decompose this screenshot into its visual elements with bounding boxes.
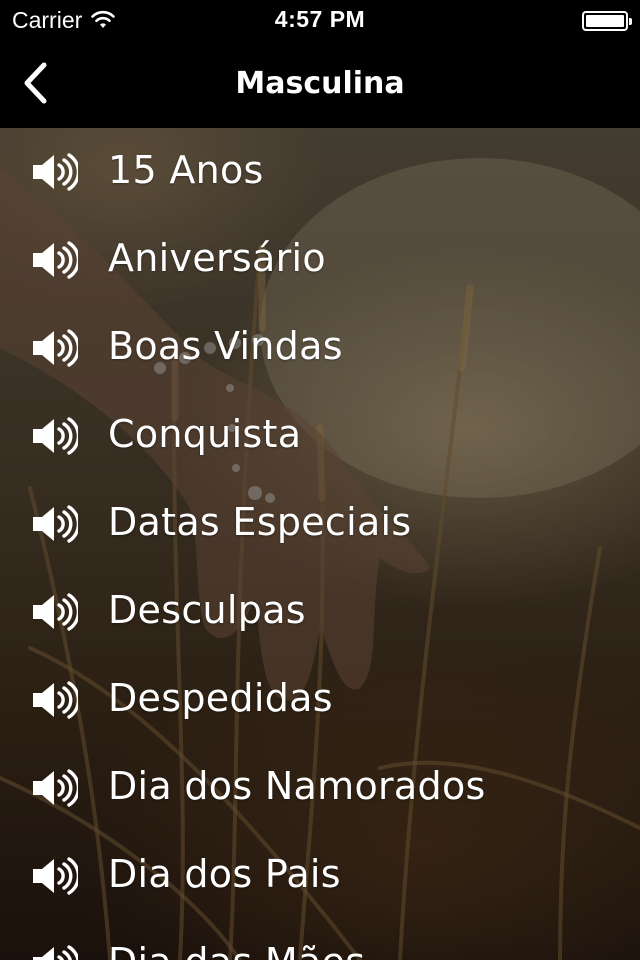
speaker-icon — [30, 592, 81, 632]
status-bar: Carrier 4:57 PM — [0, 0, 640, 40]
speaker-icon — [30, 680, 81, 720]
speaker-icon — [30, 504, 81, 544]
list-item[interactable]: Dia dos Namorados — [0, 744, 640, 832]
speaker-icon — [30, 328, 81, 368]
speaker-icon — [30, 768, 81, 808]
list-item[interactable]: 15 Anos — [0, 128, 640, 216]
page-title: Masculina — [235, 66, 405, 101]
app-screen: Carrier 4:57 PM Masculina 15 Anos Aniver… — [0, 0, 640, 960]
list-item[interactable]: Boas Vindas — [0, 304, 640, 392]
list-item-label: Aniversário — [108, 236, 326, 280]
speaker-icon — [30, 152, 81, 192]
list-item-label: Dia das Mães — [108, 940, 365, 960]
battery-icon — [582, 11, 632, 31]
list-item-label: Boas Vindas — [108, 324, 343, 368]
list-item-label: Datas Especiais — [108, 500, 412, 544]
list-item[interactable]: Datas Especiais — [0, 480, 640, 568]
list-item-label: Desculpas — [108, 588, 306, 632]
list-item[interactable]: Desculpas — [0, 568, 640, 656]
list-item-label: Dia dos Namorados — [108, 764, 486, 808]
list-item[interactable]: Dia das Mães — [0, 920, 640, 960]
content-area: 15 Anos Aniversário Boas Vindas Conquista Da… — [0, 128, 640, 960]
list-item-label: Dia dos Pais — [108, 852, 341, 896]
list-item-label: Conquista — [108, 412, 302, 456]
navigation-bar: Masculina — [0, 40, 640, 128]
list-item-label: 15 Anos — [108, 148, 264, 192]
list-item[interactable]: Conquista — [0, 392, 640, 480]
list-item-label: Despedidas — [108, 676, 333, 720]
list-item[interactable]: Aniversário — [0, 216, 640, 304]
speaker-icon — [30, 944, 80, 960]
list-item[interactable]: Despedidas — [0, 656, 640, 744]
speaker-icon — [30, 240, 81, 280]
list-item[interactable]: Dia dos Pais — [0, 832, 640, 920]
status-time: 4:57 PM — [274, 6, 366, 32]
speaker-icon — [30, 416, 81, 456]
battery-fill — [586, 15, 624, 27]
category-list: 15 Anos Aniversário Boas Vindas Conquista Da… — [0, 128, 640, 960]
speaker-icon — [30, 856, 81, 896]
